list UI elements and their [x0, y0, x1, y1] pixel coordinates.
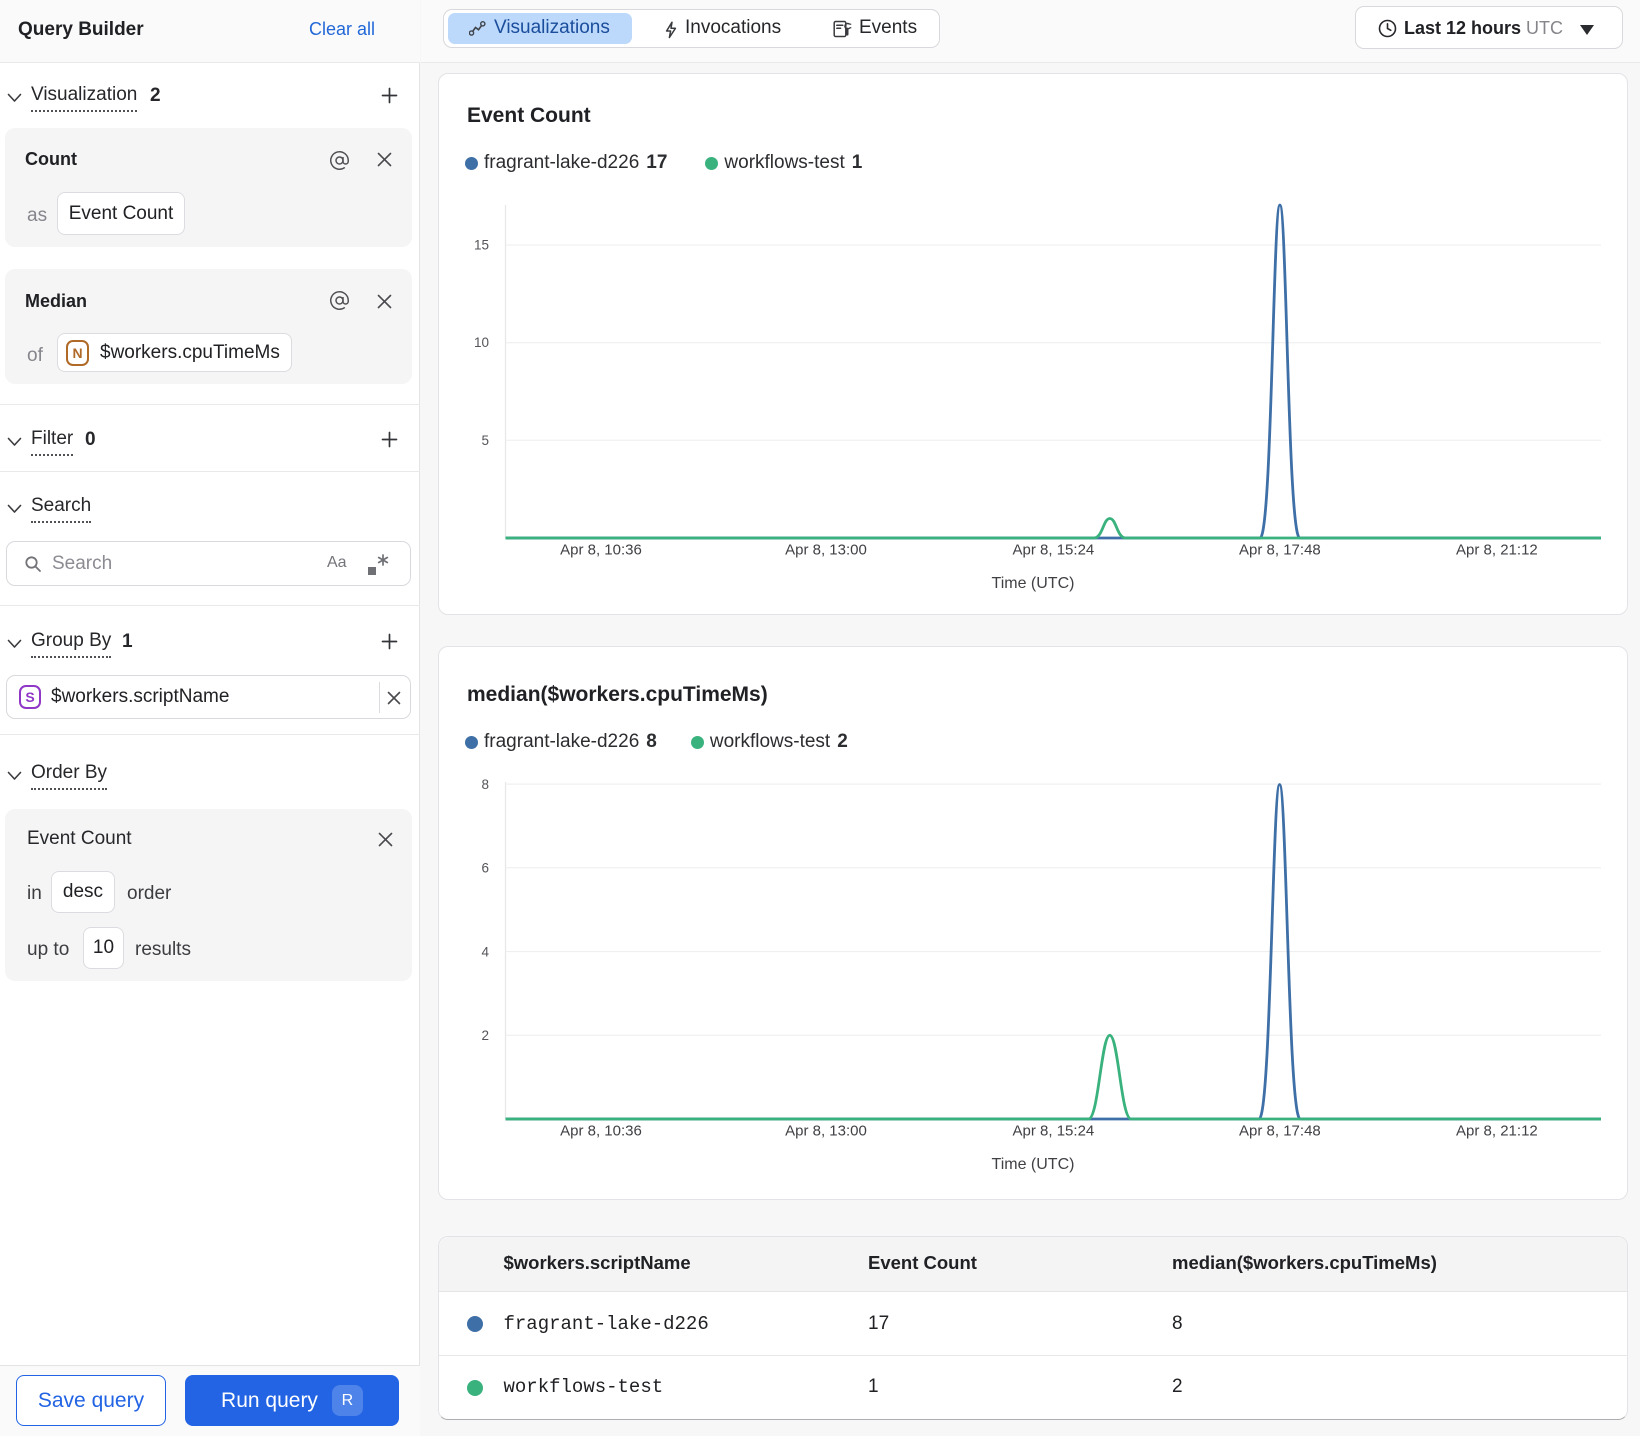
svg-text:Time (UTC): Time (UTC)	[992, 575, 1075, 592]
svg-text:Apr 8, 10:36: Apr 8, 10:36	[560, 1123, 642, 1140]
svg-text:15: 15	[474, 238, 489, 253]
svg-text:Apr 8, 21:12: Apr 8, 21:12	[1456, 1123, 1538, 1140]
svg-text:Apr 8, 15:24: Apr 8, 15:24	[1013, 542, 1095, 559]
svg-text:Apr 8, 13:00: Apr 8, 13:00	[785, 1123, 867, 1140]
svg-text:Apr 8, 15:24: Apr 8, 15:24	[1013, 1123, 1095, 1140]
svg-text:Time (UTC): Time (UTC)	[992, 1156, 1075, 1173]
svg-text:4: 4	[481, 944, 489, 959]
svg-text:Apr 8, 17:48: Apr 8, 17:48	[1239, 542, 1321, 559]
svg-text:Apr 8, 10:36: Apr 8, 10:36	[560, 542, 642, 559]
svg-text:6: 6	[481, 861, 489, 876]
svg-text:5: 5	[481, 433, 489, 448]
svg-text:Apr 8, 13:00: Apr 8, 13:00	[785, 542, 867, 559]
svg-text:10: 10	[474, 335, 489, 350]
svg-text:8: 8	[481, 777, 489, 792]
svg-text:2: 2	[481, 1028, 489, 1043]
svg-text:Apr 8, 17:48: Apr 8, 17:48	[1239, 1123, 1321, 1140]
svg-text:Apr 8, 21:12: Apr 8, 21:12	[1456, 542, 1538, 559]
